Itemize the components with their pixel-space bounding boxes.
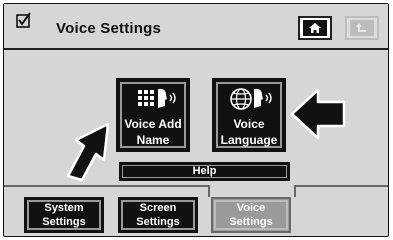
tab-screen-settings[interactable]: Screen Settings bbox=[118, 197, 198, 233]
voice-language-button[interactable]: Voice Language bbox=[212, 78, 286, 152]
checkbox-icon bbox=[16, 12, 31, 28]
tab-label: Voice Settings bbox=[229, 202, 273, 228]
tab-divider bbox=[4, 185, 388, 187]
back-arrow-icon bbox=[356, 23, 366, 32]
tab-system-settings[interactable]: System Settings bbox=[24, 197, 104, 233]
tab-voice-settings[interactable]: Voice Settings bbox=[211, 197, 291, 233]
back-button[interactable] bbox=[345, 16, 379, 40]
header-bar: Voice Settings bbox=[4, 4, 388, 50]
tab-label: Screen Settings bbox=[136, 202, 180, 228]
tab-label: System Settings bbox=[42, 202, 86, 228]
keypad-speaking-head-icon bbox=[138, 88, 176, 108]
help-button[interactable]: Help bbox=[119, 162, 290, 181]
voice-settings-screen: Voice Settings Voice Add Name Voice Lang… bbox=[3, 3, 389, 237]
home-button[interactable] bbox=[298, 16, 332, 40]
page-title: Voice Settings bbox=[56, 20, 162, 37]
voice-add-name-button[interactable]: Voice Add Name bbox=[116, 78, 190, 152]
home-icon bbox=[309, 23, 321, 33]
pointer-arrow-icon bbox=[290, 88, 346, 140]
globe-speaking-head-icon bbox=[230, 88, 272, 110]
voice-language-label: Voice Language bbox=[220, 117, 278, 147]
pointer-arrow-icon bbox=[66, 122, 110, 182]
voice-add-name-label: Voice Add Name bbox=[124, 117, 182, 147]
